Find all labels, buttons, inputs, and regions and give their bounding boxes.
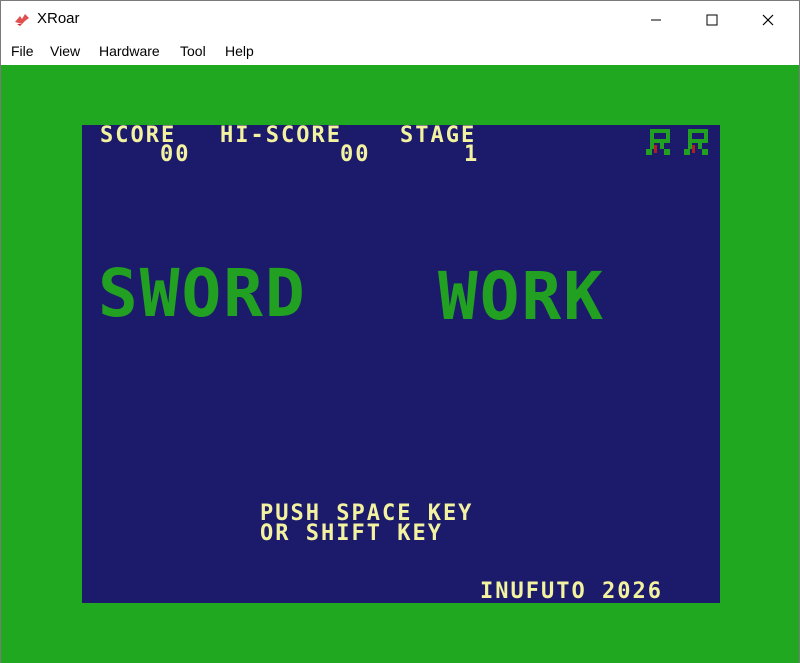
life-icon bbox=[646, 129, 670, 155]
minimize-button[interactable] bbox=[631, 1, 681, 39]
menu-tool[interactable]: Tool bbox=[180, 43, 206, 59]
hiscore-label: HI-SCORE bbox=[220, 123, 342, 148]
logo-sword: SWORD bbox=[98, 255, 307, 332]
menu-hardware[interactable]: Hardware bbox=[99, 43, 160, 59]
title-bar[interactable]: XRoar bbox=[1, 1, 799, 39]
prompt-line-2: OR SHIFT KEY bbox=[260, 521, 443, 546]
close-icon bbox=[762, 14, 774, 26]
credit-text: INUFUTO 2026 bbox=[480, 579, 663, 604]
menu-help[interactable]: Help bbox=[225, 43, 254, 59]
menu-bar: File View Hardware Tool Help bbox=[1, 39, 799, 65]
life-icon bbox=[684, 129, 708, 155]
score-value: 00 bbox=[160, 142, 191, 167]
xroar-window: XRoar File View Hardware Tool Help SCORE… bbox=[0, 0, 800, 663]
menu-file[interactable]: File bbox=[11, 43, 34, 59]
xroar-app-icon bbox=[15, 14, 29, 26]
maximize-icon bbox=[706, 14, 718, 26]
window-title: XRoar bbox=[37, 10, 80, 27]
logo-work: WORK bbox=[438, 258, 605, 335]
lives-indicator bbox=[646, 129, 708, 155]
hiscore-value: 00 bbox=[340, 142, 371, 167]
close-button[interactable] bbox=[743, 1, 793, 39]
game-screen[interactable]: SCORE HI-SCORE STAGE 00 00 1 SWORD WORK … bbox=[82, 125, 720, 603]
emulator-display[interactable]: SCORE HI-SCORE STAGE 00 00 1 SWORD WORK … bbox=[1, 65, 799, 663]
stage-value: 1 bbox=[464, 142, 480, 167]
maximize-button[interactable] bbox=[687, 1, 737, 39]
menu-view[interactable]: View bbox=[50, 43, 80, 59]
minimize-icon bbox=[651, 19, 661, 21]
